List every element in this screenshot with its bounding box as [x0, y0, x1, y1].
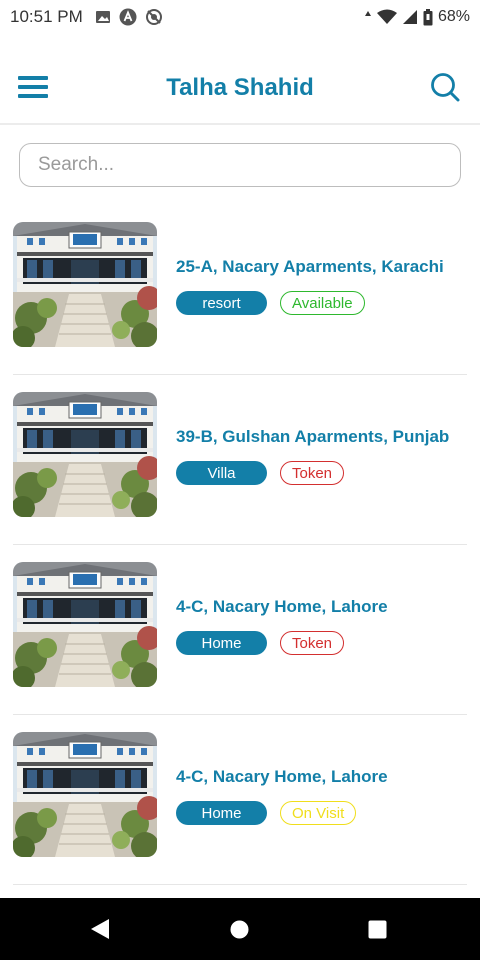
house-thumbnail[interactable]: [13, 562, 157, 687]
house-thumbnail[interactable]: [13, 222, 157, 347]
image-icon: [95, 11, 110, 23]
search-box[interactable]: [19, 143, 461, 187]
listing-title[interactable]: 4-C, Nacary Home, Lahore: [176, 767, 388, 787]
listing-title[interactable]: 39-B, Gulshan Aparments, Punjab: [176, 427, 449, 447]
app-bar-divider: [0, 123, 480, 125]
house-illustration: [13, 222, 157, 347]
status-right: 68%: [364, 8, 470, 26]
listing-title[interactable]: 25-A, Nacary Aparments, Karachi: [176, 257, 444, 277]
house-illustration: [13, 392, 157, 517]
listing-item[interactable]: 39-B, Gulshan Aparments, Punjab Villa To…: [0, 375, 480, 545]
listing-title[interactable]: 4-C, Nacary Home, Lahore: [176, 597, 388, 617]
app-icon: [119, 8, 137, 26]
divider: [13, 884, 467, 885]
house-thumbnail[interactable]: [13, 392, 157, 517]
app-bar: Talha Shahid: [0, 54, 480, 122]
battery-icon: [423, 8, 433, 25]
property-type-badge: Home: [176, 631, 267, 655]
status-bar: 10:51 PM 68%: [0, 0, 480, 34]
listing-item[interactable]: 25-A, Nacary Aparments, Karachi resort A…: [0, 205, 480, 375]
search-icon[interactable]: [430, 72, 460, 107]
property-type-badge: Villa: [176, 461, 267, 485]
data-arrows-icon: [364, 11, 371, 16]
house-illustration: [13, 562, 157, 687]
page-title: Talha Shahid: [166, 74, 314, 101]
no-sync-icon: [145, 9, 162, 25]
wifi-icon: [376, 9, 397, 24]
status-badge: Available: [280, 291, 365, 315]
listing-item[interactable]: 4-C, Nacary Home, Lahore Home On Visit: [0, 715, 480, 885]
search-input[interactable]: [38, 154, 460, 176]
battery-percent: 68%: [437, 8, 470, 25]
status-badge: On Visit: [280, 801, 357, 825]
system-nav-bar: [0, 898, 480, 960]
property-type-badge: resort: [176, 291, 267, 315]
menu-icon[interactable]: [18, 76, 48, 100]
home-icon[interactable]: [230, 920, 249, 939]
back-icon[interactable]: [90, 918, 110, 940]
signal-icon: [402, 10, 417, 24]
house-illustration: [13, 732, 157, 857]
house-thumbnail[interactable]: [13, 732, 157, 857]
recents-icon[interactable]: [368, 920, 387, 939]
status-time: 10:51 PM: [10, 7, 83, 26]
listings-list: 25-A, Nacary Aparments, Karachi resort A…: [0, 205, 480, 885]
status-badge: Token: [280, 461, 345, 485]
status-left-icons: [95, 8, 163, 26]
property-type-badge: Home: [176, 801, 267, 825]
listing-item[interactable]: 4-C, Nacary Home, Lahore Home Token: [0, 545, 480, 715]
status-badge: Token: [280, 631, 345, 655]
